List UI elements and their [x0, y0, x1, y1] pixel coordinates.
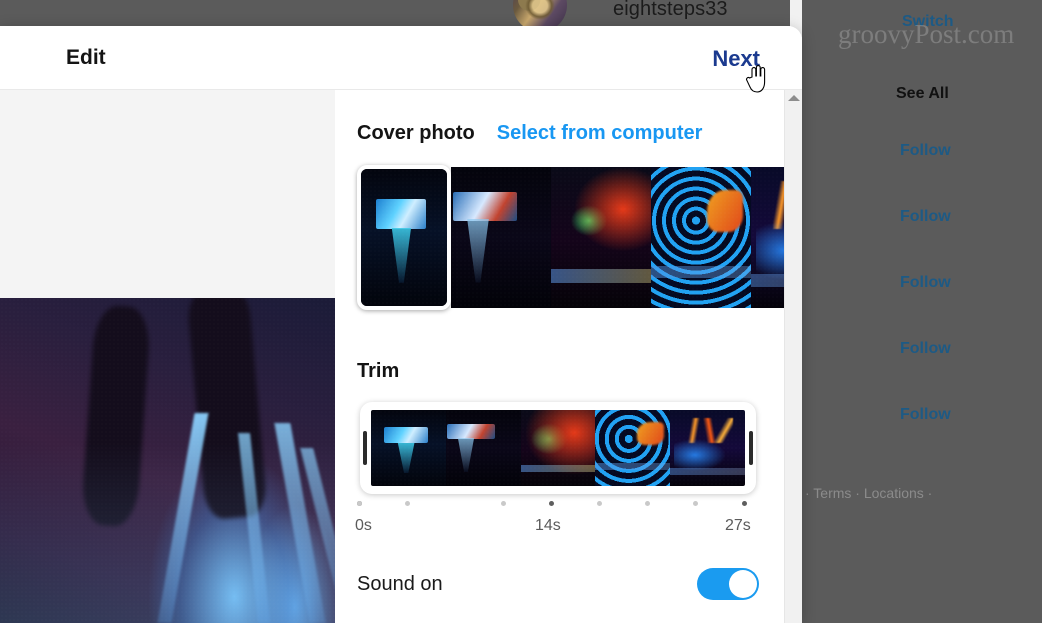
trim-track[interactable] — [360, 402, 756, 494]
trim-handle-left-icon[interactable] — [363, 431, 367, 465]
trim-tick-labels: 0s 14s 27s — [355, 517, 759, 539]
settings-scrollbar[interactable] — [784, 90, 802, 623]
follow-link-3[interactable]: Follow — [900, 274, 951, 292]
see-all-link[interactable]: See All — [896, 85, 949, 103]
video-grain — [0, 298, 335, 623]
trim-start-label: 0s — [355, 517, 372, 534]
scrollbar-thumb[interactable] — [786, 108, 801, 528]
trim-filmstrip[interactable] — [371, 410, 745, 486]
trim-tick — [549, 501, 554, 506]
trim-frame-1 — [445, 410, 521, 486]
trim-tick — [357, 501, 362, 506]
select-from-computer-link[interactable]: Select from computer — [497, 122, 703, 145]
trim-frame-0 — [371, 410, 446, 486]
trim-mid-label: 14s — [535, 517, 561, 534]
video-preview-pane[interactable] — [0, 90, 335, 623]
trim-frame-3 — [595, 410, 671, 486]
profile-username: eightsteps33 — [613, 0, 728, 20]
watermark: groovyPost.com — [838, 19, 1015, 49]
trim-tick — [597, 501, 602, 506]
cover-photo-header: Cover photo Select from computer — [357, 122, 702, 145]
modal-header: Edit Next — [0, 26, 802, 90]
trim-frame-4 — [670, 410, 745, 486]
trim-frame-2 — [520, 410, 596, 486]
edit-modal: Edit Next Cover photo Select from comput… — [0, 26, 802, 623]
modal-body: Cover photo Select from computer Trim 0s… — [0, 90, 802, 623]
cover-frame-1[interactable] — [451, 167, 551, 308]
scroll-up-arrow-icon[interactable] — [788, 95, 800, 101]
cover-frame-2[interactable] — [551, 167, 651, 308]
trim-tick — [693, 501, 698, 506]
sound-label: Sound on — [357, 572, 443, 595]
trim-tick — [645, 501, 650, 506]
trim-tick-row — [357, 501, 759, 511]
trim-tick — [501, 501, 506, 506]
follow-link-2[interactable]: Follow — [900, 208, 951, 226]
trim-header: Trim — [357, 360, 399, 383]
cover-frame-0[interactable] — [357, 165, 451, 310]
footer-links[interactable]: · Terms · Locations · — [805, 485, 932, 501]
settings-pane: Cover photo Select from computer Trim 0s… — [335, 90, 802, 623]
trim-title: Trim — [357, 360, 400, 382]
trim-tick — [405, 501, 410, 506]
sound-toggle[interactable] — [697, 568, 759, 600]
cover-frame-3[interactable] — [651, 167, 751, 308]
cover-photo-filmstrip[interactable] — [357, 165, 802, 310]
toggle-knob-icon — [729, 570, 757, 598]
follow-link-5[interactable]: Follow — [900, 406, 951, 424]
cover-photo-title: Cover photo — [357, 122, 475, 144]
video-preview[interactable] — [0, 298, 335, 623]
follow-link-1[interactable]: Follow — [900, 142, 951, 160]
trim-tick — [742, 501, 747, 506]
page-title: Edit — [66, 46, 106, 69]
trim-handle-right-icon[interactable] — [749, 431, 753, 465]
sound-row: Sound on — [357, 568, 759, 600]
next-button[interactable]: Next — [712, 46, 760, 72]
follow-link-4[interactable]: Follow — [900, 340, 951, 358]
trim-end-label: 27s — [725, 517, 751, 534]
